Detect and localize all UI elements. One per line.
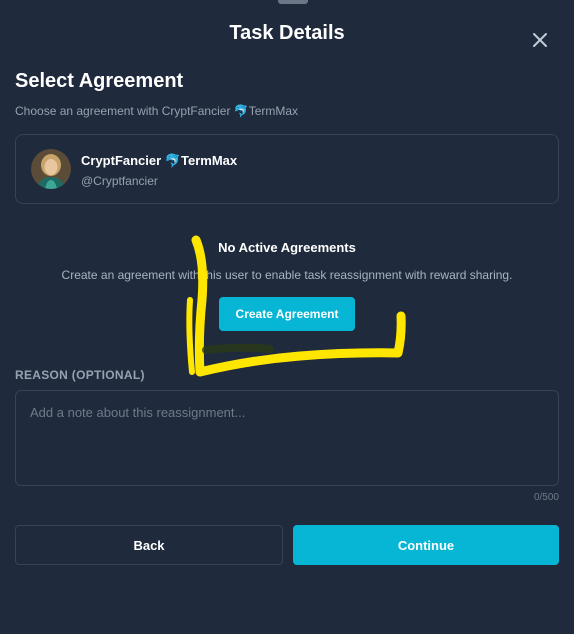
section-title: Select Agreement xyxy=(15,70,184,92)
section-subtitle: Choose an agreement with CryptFancier 🐬T… xyxy=(15,104,299,118)
continue-button[interactable]: Continue xyxy=(293,525,559,565)
modal-title: Task Details xyxy=(229,22,345,44)
user-name: CryptFancier 🐬TermMax xyxy=(81,153,238,168)
close-button[interactable] xyxy=(526,26,554,54)
char-count: 0/500 xyxy=(533,492,559,503)
back-button[interactable]: Back xyxy=(15,525,283,565)
avatar xyxy=(31,149,71,189)
drag-handle[interactable] xyxy=(278,0,308,4)
reason-textarea[interactable]: Add a note about this reassignment... xyxy=(15,390,559,486)
reason-label: REASON (OPTIONAL) xyxy=(15,368,145,382)
create-agreement-button[interactable]: Create Agreement xyxy=(219,297,355,331)
user-card[interactable]: CryptFancier 🐬TermMax @Cryptfancier xyxy=(15,134,559,204)
user-handle: @Cryptfancier xyxy=(81,174,158,188)
reason-placeholder: Add a note about this reassignment... xyxy=(30,405,246,420)
empty-state-title: No Active Agreements xyxy=(218,240,356,255)
close-icon xyxy=(533,33,547,47)
empty-state-description: Create an agreement with this user to en… xyxy=(61,268,513,282)
